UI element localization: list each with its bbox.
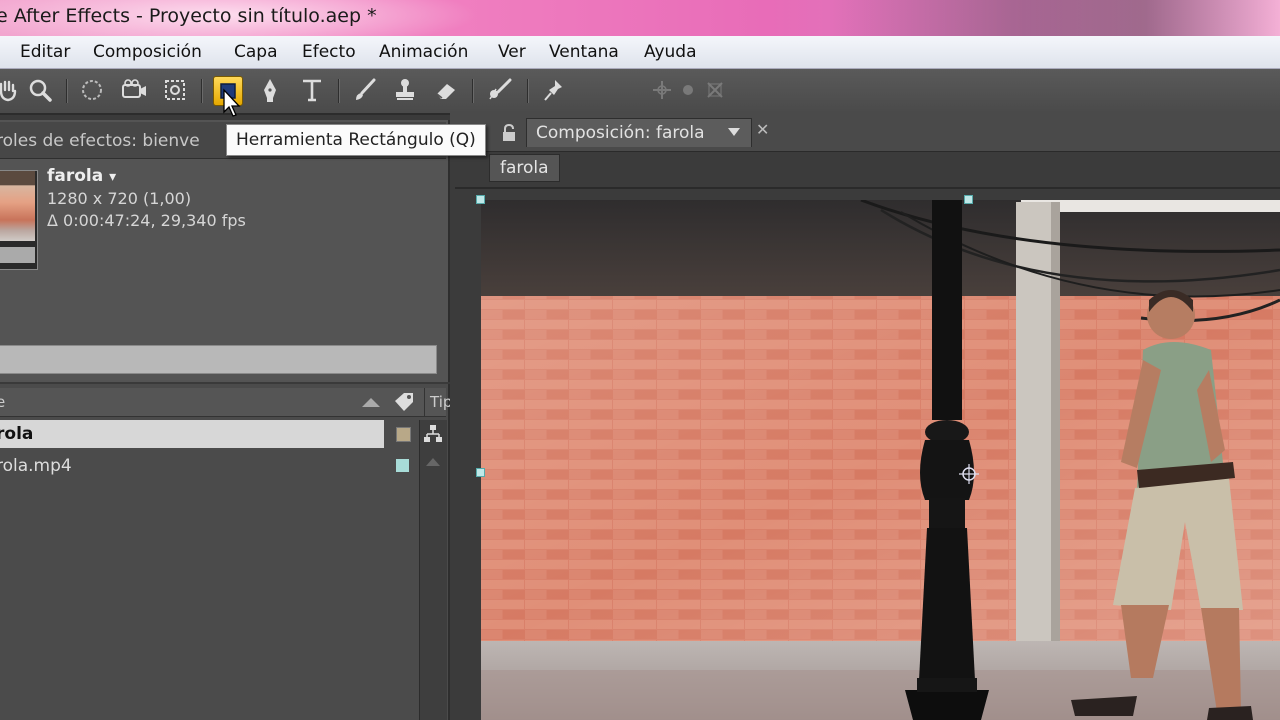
item-duration: Δ 0:00:47:24, 29,340 fps (47, 211, 246, 230)
menu-ver[interactable]: Ver (498, 42, 526, 62)
mouse-cursor-icon (223, 88, 241, 117)
roto-brush-tool-icon[interactable] (484, 74, 516, 106)
effects-controls-label: roles de efectos: bienve (0, 131, 200, 151)
menu-capa[interactable]: Capa (234, 42, 278, 62)
project-row-footage-name: rola.mp4 (0, 456, 72, 476)
eraser-tool-icon[interactable] (430, 74, 462, 106)
project-thumbnail (0, 170, 38, 270)
project-panel (0, 120, 450, 382)
puppet-pin-tool-icon[interactable] (538, 74, 570, 106)
menu-editar[interactable]: Editar (20, 42, 70, 62)
tab-menu-dropdown-icon[interactable] (727, 127, 741, 137)
menu-bar: Editar Composición Capa Efecto Animación… (0, 36, 1280, 69)
camera-tool-icon[interactable] (118, 74, 150, 106)
text-tool-icon[interactable] (296, 74, 328, 106)
hand-tool-icon[interactable] (0, 74, 24, 106)
label-color-swatch-2[interactable] (396, 459, 409, 472)
rotate-tool-icon[interactable] (76, 74, 108, 106)
tool-tooltip: Herramienta Rectángulo (Q) (226, 124, 486, 156)
project-row-comp-name: rola (0, 424, 34, 444)
window-title: e After Effects - Proyecto sin título.ae… (0, 5, 377, 27)
menu-ayuda[interactable]: Ayuda (644, 42, 697, 62)
menu-ventana[interactable]: Ventana (549, 42, 619, 62)
brush-tool-icon[interactable] (349, 74, 381, 106)
column-name[interactable]: e (0, 393, 5, 411)
axis-view-icon (699, 74, 731, 106)
selection-handle-tc[interactable] (964, 195, 973, 204)
scroll-up-icon[interactable] (424, 456, 442, 468)
composition-tab-label: Composición: farola (536, 123, 705, 143)
pan-behind-tool-icon[interactable] (159, 74, 191, 106)
item-dimensions: 1280 x 720 (1,00) (47, 189, 192, 208)
video-frame (481, 200, 1280, 720)
menu-animacion[interactable]: Animación (379, 42, 468, 62)
lock-icon[interactable] (500, 124, 518, 142)
selection-handle-tl[interactable] (476, 195, 485, 204)
project-columns-header: e Tip (0, 388, 452, 417)
label-tag-icon[interactable] (392, 391, 416, 413)
sort-ascending-icon[interactable] (360, 396, 382, 408)
pen-tool-icon[interactable] (254, 74, 286, 106)
tab-composition[interactable]: Composición: farola (526, 118, 752, 147)
project-type-column (419, 420, 447, 720)
item-dropdown-icon[interactable]: ▾ (109, 169, 116, 185)
composition-type-icon (424, 425, 442, 442)
label-color-swatch[interactable] (396, 427, 411, 442)
project-search-input[interactable] (0, 345, 437, 374)
menu-composicion[interactable]: Composición (93, 42, 202, 62)
title-bar: e After Effects - Proyecto sin título.ae… (0, 0, 1280, 36)
composition-breadcrumb[interactable]: farola (489, 154, 560, 182)
composition-viewer[interactable] (481, 200, 1280, 720)
anchor-point-icon[interactable] (958, 463, 980, 485)
zoom-tool-icon[interactable] (24, 74, 56, 106)
tools-toolbar (0, 69, 1280, 115)
project-item-name[interactable]: farola ▾ (47, 166, 116, 186)
menu-efecto[interactable]: Efecto (302, 42, 356, 62)
project-row-comp[interactable]: rola (0, 420, 384, 448)
close-tab-icon[interactable]: ✕ (756, 120, 769, 139)
clone-stamp-tool-icon[interactable] (389, 74, 421, 106)
selection-handle-ml[interactable] (476, 468, 485, 477)
